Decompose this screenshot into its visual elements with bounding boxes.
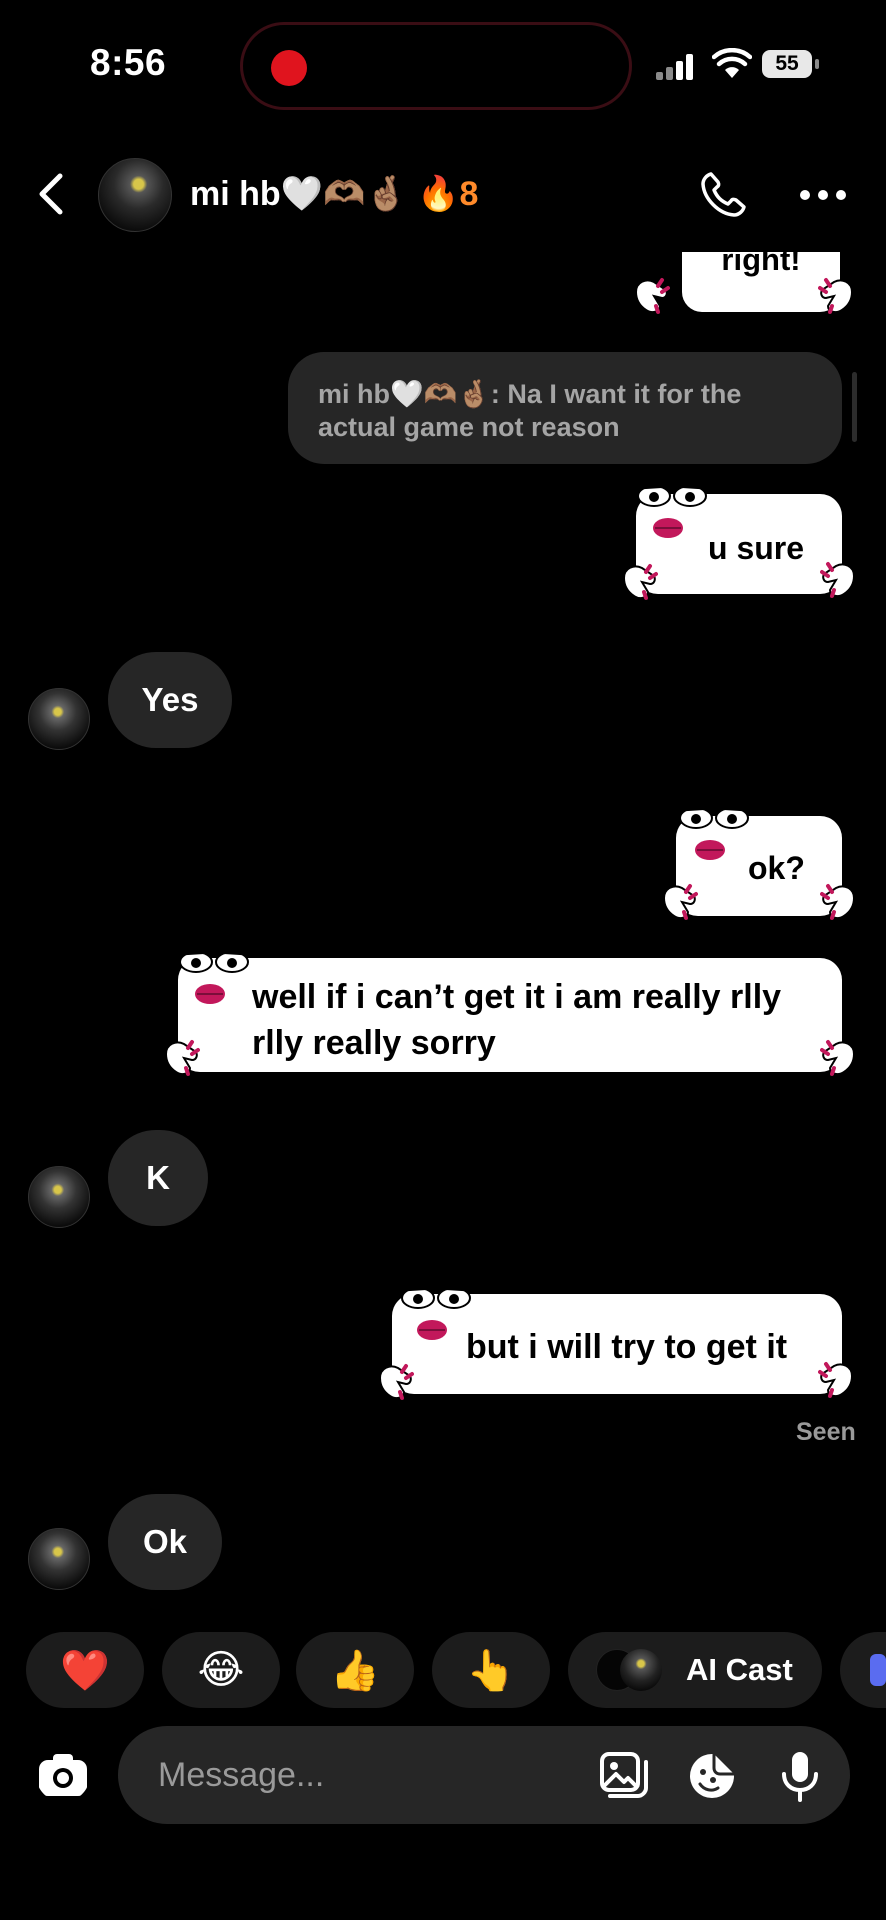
ai-cast-button[interactable]: AI Cast [568, 1632, 822, 1708]
sticker-hand-icon [634, 278, 670, 314]
screen-recording-indicator[interactable] [240, 22, 632, 110]
ai-cast-avatar [620, 1649, 662, 1691]
quick-reaction-thumbs-up[interactable]: 👍 [296, 1632, 414, 1708]
status-time: 8:56 [90, 42, 167, 83]
sticker-hand-icon [622, 564, 658, 600]
sender-avatar[interactable] [28, 1528, 90, 1590]
received-message[interactable]: Ok [108, 1494, 222, 1590]
message-text: right! [721, 252, 801, 277]
received-message[interactable]: K [108, 1130, 208, 1226]
sticker-icon[interactable] [686, 1750, 738, 1802]
battery-icon: 55 [762, 50, 812, 78]
record-dot-icon [271, 50, 307, 86]
contact-avatar[interactable] [98, 158, 172, 232]
phone-call-icon[interactable] [698, 170, 748, 220]
sticker-hand-icon [818, 278, 854, 314]
sticker-hand-icon [818, 1362, 854, 1398]
contact-name-text: mi hb🤍🫶🏽🤞🏽 [190, 175, 408, 213]
contact-name[interactable]: mi hb🤍🫶🏽🤞🏽 🔥8 [190, 174, 478, 214]
received-message[interactable]: Yes [108, 652, 232, 748]
quick-reaction-heart[interactable]: ❤️ [26, 1632, 144, 1708]
sticker-hand-icon [820, 884, 856, 920]
reply-indicator-bar [852, 372, 857, 442]
ai-cast-label: AI Cast [686, 1652, 793, 1687]
sent-message[interactable]: well if i can’t get it i am really rlly … [178, 958, 842, 1072]
streak-fire-icon: 🔥 [417, 175, 460, 213]
camera-icon[interactable] [36, 1748, 90, 1802]
replied-message-quote[interactable]: mi hb🤍🫶🏽🤞🏽: Na I want it for the actual … [288, 352, 842, 464]
wifi-icon [712, 48, 752, 78]
more-options-icon[interactable] [800, 190, 846, 202]
seen-receipt: Seen [796, 1418, 856, 1446]
sticker-face-icon [179, 950, 249, 1004]
sent-message-partial[interactable]: right! [682, 252, 840, 312]
message-input[interactable] [158, 1750, 578, 1800]
microphone-icon[interactable] [774, 1750, 826, 1802]
sticker-hand-icon [820, 1040, 856, 1076]
sticker-hand-icon [164, 1040, 200, 1076]
sticker-face-icon [679, 806, 749, 860]
gallery-icon[interactable] [598, 1750, 650, 1802]
sender-avatar[interactable] [28, 688, 90, 750]
game-controller-icon [870, 1654, 886, 1686]
quick-reaction-laugh[interactable]: 😂 [162, 1632, 280, 1708]
cellular-signal-icon [656, 54, 700, 80]
back-arrow-icon[interactable] [36, 172, 66, 216]
quick-reaction-more[interactable] [840, 1632, 886, 1708]
battery-tip [815, 59, 819, 69]
sticker-hand-icon [820, 562, 856, 598]
streak-count: 8 [459, 175, 479, 213]
quick-reaction-point-up[interactable]: 👆 [432, 1632, 550, 1708]
sticker-hand-icon [662, 884, 698, 920]
sender-avatar[interactable] [28, 1166, 90, 1228]
message-composer[interactable] [118, 1726, 850, 1824]
message-text: well if i can’t get it i am really rlly … [252, 978, 782, 1062]
sticker-face-icon [637, 484, 707, 538]
message-text: but i will try to get it [466, 1328, 788, 1366]
sticker-face-icon [401, 1286, 471, 1340]
sticker-hand-icon [378, 1364, 414, 1400]
